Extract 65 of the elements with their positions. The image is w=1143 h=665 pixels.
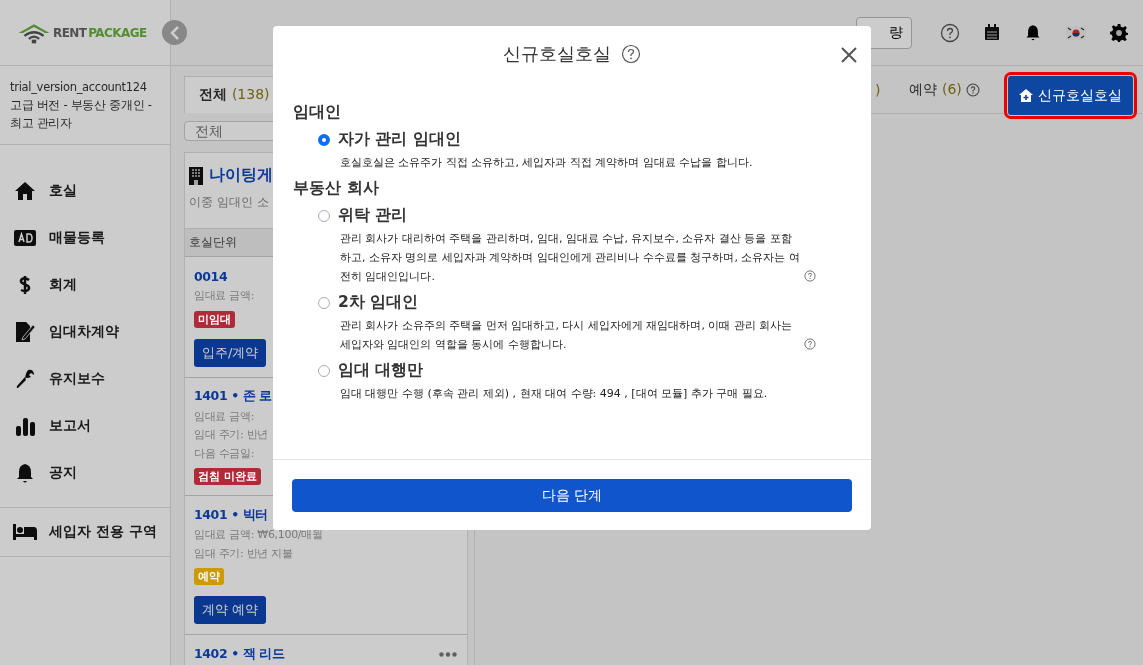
tenant-area-link[interactable]: 세입자 전용 구역 [0, 508, 170, 557]
nav-item[interactable]: 임대차계약 [0, 308, 170, 355]
bar-chart-icon [14, 415, 36, 436]
option-description: 임대 대행만 수행 (후속 관리 제외) , 현재 대여 수량: 494 , [대여 모듈] 추가 구매 필요. [340, 386, 768, 402]
calendar-icon[interactable] [984, 24, 1000, 41]
building-subtitle: 이중 임대인 소 [189, 194, 269, 211]
house-plus-icon [1019, 89, 1033, 102]
option-description: 호실호실은 소유주가 직접 소유하고, 세입자과 직접 계약하며 임대료 수납을 합니다. [340, 155, 753, 171]
unit-detail: 임대 주기: 반년 지불 [194, 545, 293, 562]
home-icon [14, 180, 36, 201]
radio-option[interactable]: 위탁 관리 [318, 205, 851, 226]
unit-title[interactable]: 1401 • 빅터 [194, 506, 268, 524]
document-pen-icon [14, 320, 36, 343]
unit-detail: 임대 주기: 반년 [194, 427, 268, 443]
nav-item[interactable]: 호실 [0, 167, 170, 214]
unit-detail: 임대료 금액: [194, 288, 255, 304]
nav-item[interactable]: 유지보수 [0, 355, 170, 402]
account-name: trial_version_account124 [10, 79, 148, 96]
unit-action-button[interactable]: 계약 예약 [194, 596, 267, 624]
ad-icon [14, 229, 36, 246]
unit-detail: 임대료 금액: [194, 408, 255, 425]
unit-title[interactable]: 1402 • 잭 리드 [194, 645, 285, 663]
chevron-left-icon [169, 25, 180, 40]
unit-title[interactable]: 0014 [194, 268, 228, 284]
dialog-title: 신규호실호실 [503, 42, 611, 66]
unit-title[interactable]: 1401 • 존 로 [194, 388, 272, 405]
logo-text: RENT [53, 25, 87, 40]
status-tag: 미임대 [194, 310, 235, 328]
unit-action-button[interactable]: 입주/계약 [194, 338, 267, 367]
next-step-button[interactable]: 다음 단계 [292, 479, 852, 512]
radio-option[interactable]: 임대 대행만 [318, 360, 851, 381]
help-icon[interactable] [804, 270, 816, 282]
flag-icon[interactable] [1066, 25, 1086, 40]
help-icon[interactable] [965, 82, 980, 97]
logo-text: PACKAGE [88, 25, 147, 40]
close-icon [841, 47, 857, 63]
section-heading: 부동산 회사 [293, 178, 380, 199]
status-tag: 검침 미완료 [194, 468, 261, 485]
nav-item[interactable]: 공지 [0, 449, 170, 496]
settings-icon[interactable] [1110, 23, 1128, 42]
status-tag: 예약 [194, 568, 224, 585]
unit-detail: 임대료 금액: ₩6,100/매월 [194, 527, 323, 543]
building-icon [189, 166, 203, 185]
bell-icon[interactable] [1024, 23, 1042, 42]
help-icon[interactable] [804, 338, 816, 350]
building-title[interactable]: 나이팅게 [209, 165, 273, 186]
wrench-icon [14, 367, 36, 390]
radio-option[interactable]: 자가 관리 임대인 [318, 129, 851, 150]
tab[interactable]: 예약 (6) [909, 80, 962, 99]
nav-item[interactable]: 회계 [0, 261, 170, 308]
house-wifi-icon [17, 21, 51, 44]
help-icon[interactable] [621, 44, 641, 64]
close-button[interactable] [841, 47, 857, 63]
nav-item[interactable]: 보고서 [0, 402, 170, 449]
more-icon[interactable] [439, 651, 457, 657]
section-heading: 임대인 [293, 102, 342, 123]
tab-count: ) [875, 81, 881, 98]
radio-button[interactable] [318, 133, 330, 146]
option-description: 관리 회사가 소유주의 주택을 먼저 임대하고, 다시 세입자에게 재임대하며, 이때 관리 회사는 세입자와 임대인의 역할을 동시에 수행합니다. [340, 318, 794, 353]
nav-item[interactable]: 매물등록 [0, 214, 170, 261]
unit-detail: 다음 수금일: [194, 445, 255, 462]
bed-icon [12, 523, 38, 541]
help-icon[interactable] [940, 22, 960, 43]
radio-option[interactable]: 2차 임대인 [318, 292, 851, 313]
account-role: 고급 버전 - 부동산 중개인 - 최고 관리자 [10, 97, 153, 132]
